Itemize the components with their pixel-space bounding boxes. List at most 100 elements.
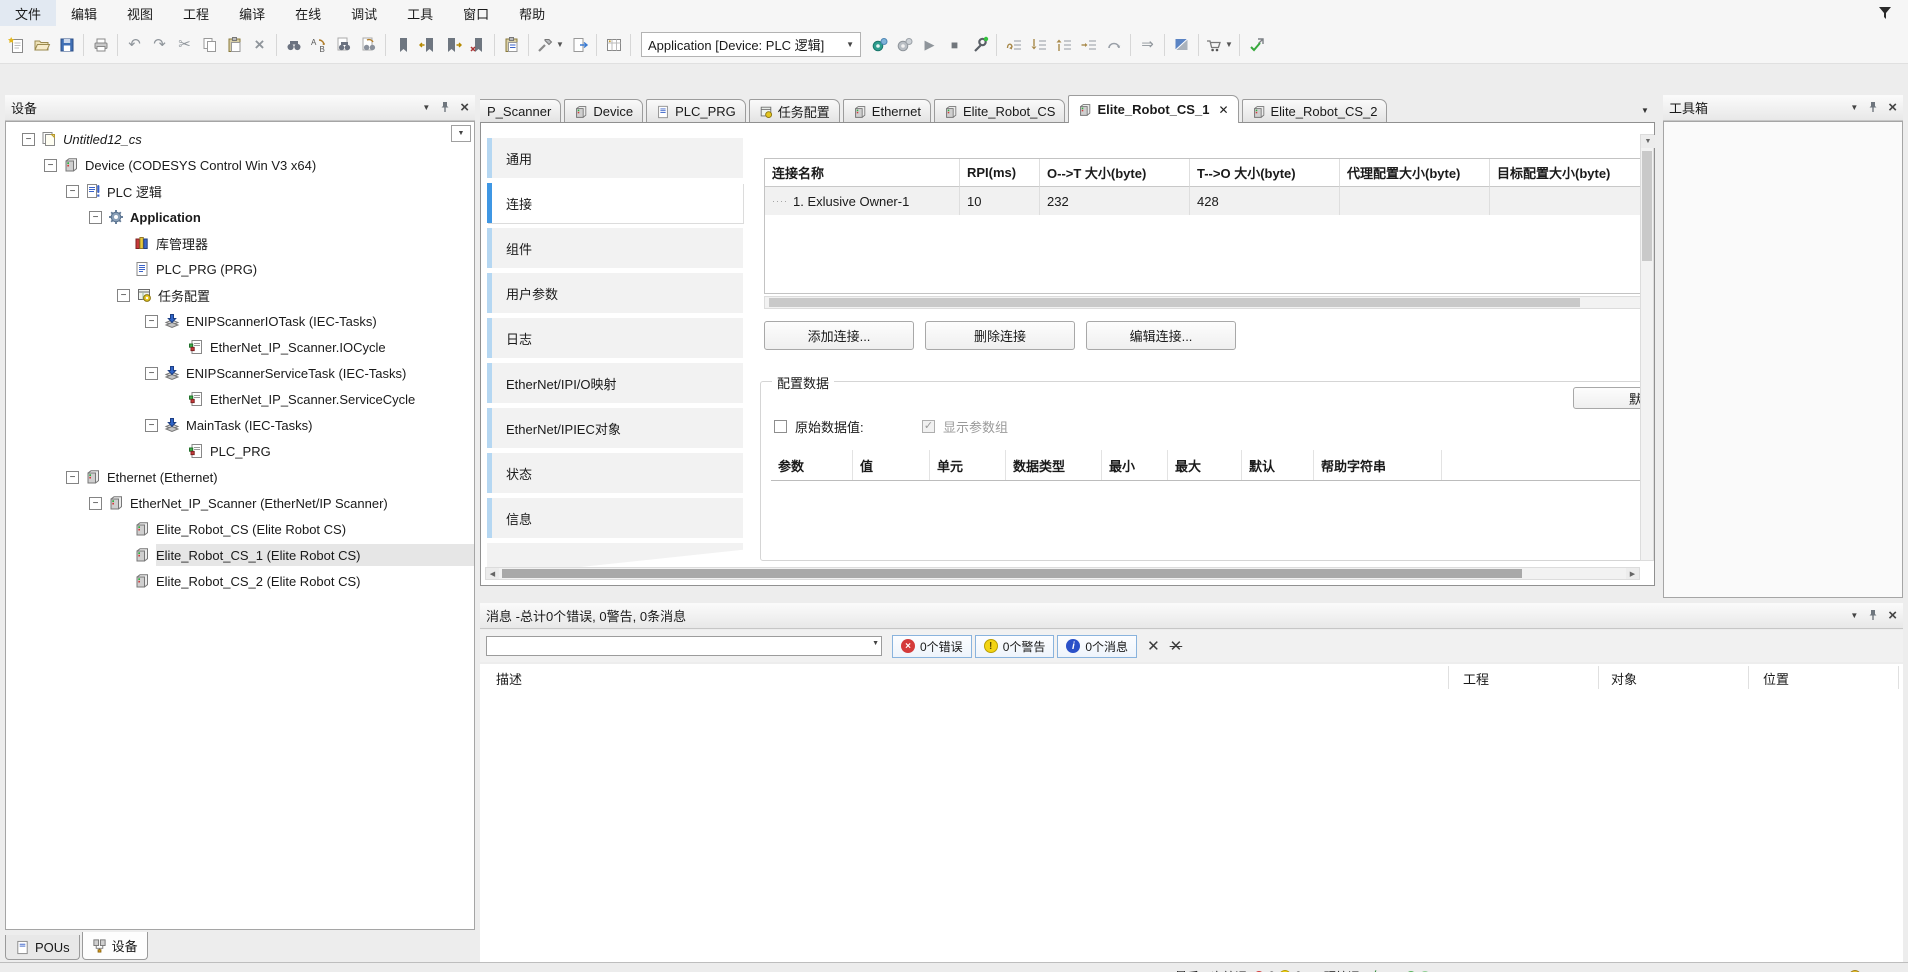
tree-item-elite-robot-cs-1[interactable]: Elite_Robot_CS_1 (Elite Robot CS) [6,542,474,568]
menu-debug[interactable]: 调试 [336,0,392,27]
paste-special-icon[interactable] [499,32,524,58]
default-values-button[interactable]: 默 [1573,387,1647,409]
cut-icon[interactable]: ✂ [172,32,197,58]
tab-ethernet[interactable]: Ethernet [843,99,931,123]
replace-icon[interactable]: AB [306,32,331,58]
undo-icon[interactable]: ↶ [122,32,147,58]
scrollbar-thumb[interactable] [1642,151,1652,261]
tree-item-enip-service-task[interactable]: − ENIPScannerServiceTask (IEC-Tasks) [6,360,474,386]
tree-item-io-cycle[interactable]: EtherNet_IP_Scanner.IOCycle [6,334,474,360]
export-icon[interactable] [567,32,592,58]
tree-item-plc-logic[interactable]: − PLC 逻辑 [6,178,474,204]
menu-edit[interactable]: 编辑 [56,0,112,27]
bookmark-clear-icon[interactable] [465,32,490,58]
tab-elite-robot-cs[interactable]: Elite_Robot_CS [934,99,1066,123]
collapse-icon[interactable]: − [89,497,102,510]
delete-connection-button[interactable]: 删除连接 [925,321,1075,350]
open-file-icon[interactable] [29,32,54,58]
nav-general[interactable]: 通用 [487,138,743,178]
collapse-icon[interactable]: − [145,367,158,380]
tree-item-plc-prg[interactable]: PLC_PRG (PRG) [6,256,474,282]
show-groups-checkbox[interactable]: ✓ [922,420,935,433]
menu-tools[interactable]: 工具 [392,0,448,27]
tab-elite-robot-cs-1[interactable]: Elite_Robot_CS_1 ✕ [1068,95,1238,123]
collapse-icon[interactable]: − [22,133,35,146]
menu-help[interactable]: 帮助 [504,0,560,27]
message-category-combo[interactable]: ▼ [486,636,882,656]
close-icon[interactable]: × [1888,100,1897,115]
panel-menu-chevron-icon[interactable]: ▼ [1850,612,1858,620]
pin-icon[interactable] [1867,609,1879,623]
panel-menu-chevron-icon[interactable]: ▼ [422,104,430,112]
active-application-selector[interactable]: Application [Device: PLC 逻辑] ▼ [641,32,861,57]
menu-build[interactable]: 编译 [224,0,280,27]
panel-menu-chevron-icon[interactable]: ▼ [1850,104,1858,112]
find-icon[interactable] [281,32,306,58]
replace-in-files-icon[interactable] [356,32,381,58]
tree-item-elite-robot-cs-2[interactable]: Elite_Robot_CS_2 (Elite Robot CS) [6,568,474,594]
raw-data-checkbox[interactable] [774,420,787,433]
step-out-icon[interactable] [1051,32,1076,58]
redo-icon[interactable]: ↷ [147,32,172,58]
visualization-grid-icon[interactable] [601,32,626,58]
tree-item-project[interactable]: − Untitled12_cs [6,126,474,152]
tree-item-application[interactable]: − Application [6,204,474,230]
tab-elite-robot-cs-2[interactable]: Elite_Robot_CS_2 [1242,99,1388,123]
edit-connection-button[interactable]: 编辑连接... [1086,321,1236,350]
build-icon[interactable]: ▼ [533,32,567,58]
delete-icon[interactable]: × [247,32,272,58]
tab-overflow-chevron-icon[interactable]: ▼ [1637,102,1653,118]
tree-item-library-manager[interactable]: 库管理器 [6,230,474,256]
pin-icon[interactable] [439,101,451,115]
menu-project[interactable]: 工程 [168,0,224,27]
tree-dropdown-button[interactable]: ▼ [451,125,471,142]
tree-item-enip-scanner[interactable]: − EtherNet_IP_Scanner (EtherNet/IP Scann… [6,490,474,516]
collapse-icon[interactable]: − [145,419,158,432]
collapse-icon[interactable]: − [66,471,79,484]
tree-item-ethernet[interactable]: − Ethernet (Ethernet) [6,464,474,490]
funnel-icon[interactable] [1876,4,1894,25]
menu-window[interactable]: 窗口 [448,0,504,27]
nav-enip-iec-objects[interactable]: EtherNet/IPIEC对象 [487,408,743,448]
tab-devices[interactable]: 设备 [82,932,148,960]
flow-control-icon[interactable] [1169,32,1194,58]
scrollbar-thumb[interactable] [769,298,1580,307]
errors-filter-button[interactable]: × 0个错误 [892,635,972,658]
close-icon[interactable]: × [460,100,469,115]
menu-online[interactable]: 在线 [280,0,336,27]
login-icon[interactable] [867,32,892,58]
bookmark-prev-icon[interactable] [415,32,440,58]
sync-check-icon[interactable] [1244,32,1269,58]
cart-icon[interactable]: ▼ [1203,32,1235,58]
clear-message-icon[interactable]: ✕ [1147,637,1160,655]
add-connection-button[interactable]: 添加连接... [764,321,914,350]
nav-information[interactable]: 信息 [487,498,743,538]
menu-view[interactable]: 视图 [112,0,168,27]
nav-status[interactable]: 状态 [487,453,743,493]
nav-enip-io-mapping[interactable]: EtherNet/IPI/O映射 [487,363,743,403]
pin-icon[interactable] [1867,101,1879,115]
bookmark-next-icon[interactable] [440,32,465,58]
save-icon[interactable] [54,32,79,58]
goto-icon[interactable]: ⇒ [1135,32,1160,58]
connection-row[interactable]: ····1. Exlusive Owner-1 10 232 428 [765,187,1640,215]
reset-icon[interactable] [1101,32,1126,58]
tab-close-icon[interactable]: ✕ [1218,103,1228,117]
step-over-icon[interactable] [1001,32,1026,58]
collapse-icon[interactable]: − [145,315,158,328]
editor-hscrollbar[interactable]: ◀ ▶ [485,567,1640,580]
collapse-icon[interactable]: − [66,185,79,198]
online-config-icon[interactable] [967,32,992,58]
scrollbar-thumb[interactable] [502,569,1522,578]
tab-device[interactable]: Device [564,99,643,123]
close-icon[interactable]: × [1888,608,1897,623]
clear-all-messages-icon[interactable]: ✕ [1170,637,1183,655]
nav-user-parameters[interactable]: 用户参数 [487,273,743,313]
collapse-icon[interactable]: − [44,159,57,172]
nav-log[interactable]: 日志 [487,318,743,358]
warnings-filter-button[interactable]: ! 0个警告 [975,635,1055,658]
tab-p-scanner[interactable]: P_Scanner [480,99,561,123]
editor-vscrollbar[interactable]: ▲ ▼ [1640,134,1654,561]
nav-assemblies[interactable]: 组件 [487,228,743,268]
collapse-icon[interactable]: − [117,289,130,302]
